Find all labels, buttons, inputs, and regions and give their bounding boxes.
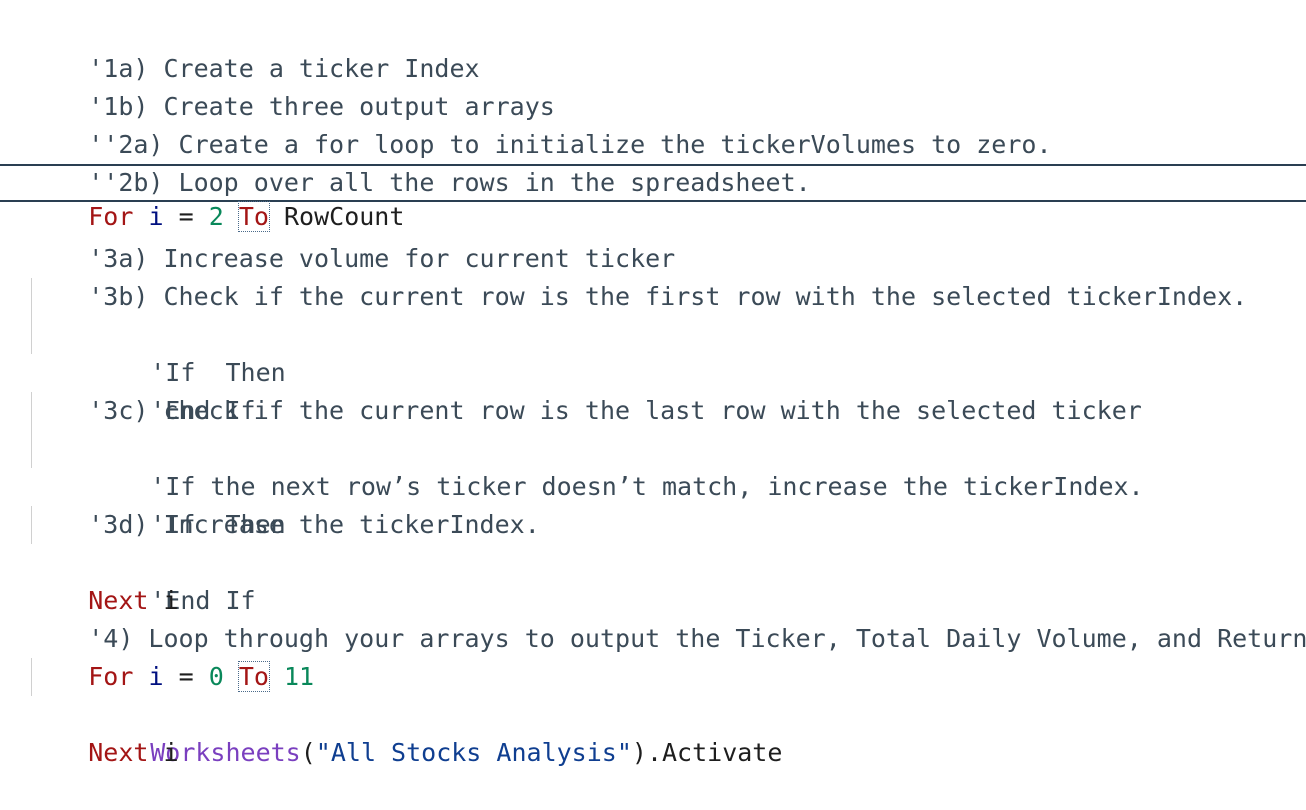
indent-guide: [31, 658, 32, 696]
code-line[interactable]: ''2a) Create a for loop to initialize th…: [0, 88, 1306, 159]
current-code-line[interactable]: For i = 2 To RowCount: [0, 164, 1306, 232]
code-line[interactable]: For i = 0 To 11: [0, 620, 1306, 692]
code-line[interactable]: '1a) Create a ticker Index: [0, 12, 1306, 83]
indent-guide: [31, 278, 32, 316]
indent-guide: [31, 316, 32, 354]
code-line[interactable]: Worksheets("All Stocks Analysis").Activa…: [0, 658, 1306, 767]
indent-guide: [31, 430, 32, 468]
code-line[interactable]: '3c) check if the current row is the las…: [0, 354, 1306, 425]
code-line[interactable]: '3a) Increase volume for current ticker: [0, 202, 1306, 273]
code-line[interactable]: 'End If: [0, 316, 1306, 425]
method-call: .Activate: [646, 738, 783, 767]
string-literal: "All Stocks Analysis": [315, 738, 632, 767]
code-line[interactable]: 'If the next row’s ticker doesn’t match,…: [0, 392, 1306, 501]
open-paren: (: [300, 738, 316, 767]
code-line[interactable]: 'If Then: [0, 430, 1306, 539]
code-line[interactable]: '4) Loop through your arrays to output t…: [0, 582, 1306, 653]
code-line[interactable]: '1b) Create three output arrays: [0, 50, 1306, 121]
code-line[interactable]: '3b) Check if the current row is the fir…: [0, 240, 1306, 311]
keyword-next: Next: [88, 738, 149, 767]
indent-guide: [31, 506, 32, 544]
code-line[interactable]: ''2b) Loop over all the rows in the spre…: [0, 126, 1306, 197]
code-line[interactable]: 'If Then: [0, 278, 1306, 387]
code-editor[interactable]: '1a) Create a ticker Index '1b) Create t…: [0, 12, 1306, 767]
code-line[interactable]: 'End If: [0, 506, 1306, 615]
code-line[interactable]: Next i: [0, 696, 1306, 767]
close-paren: ): [631, 738, 647, 767]
code-line[interactable]: Next i: [0, 544, 1306, 615]
code-line[interactable]: '3d) Increase the tickerIndex.: [0, 468, 1306, 539]
indent-guide: [31, 392, 32, 430]
loop-variable: i: [163, 738, 179, 767]
